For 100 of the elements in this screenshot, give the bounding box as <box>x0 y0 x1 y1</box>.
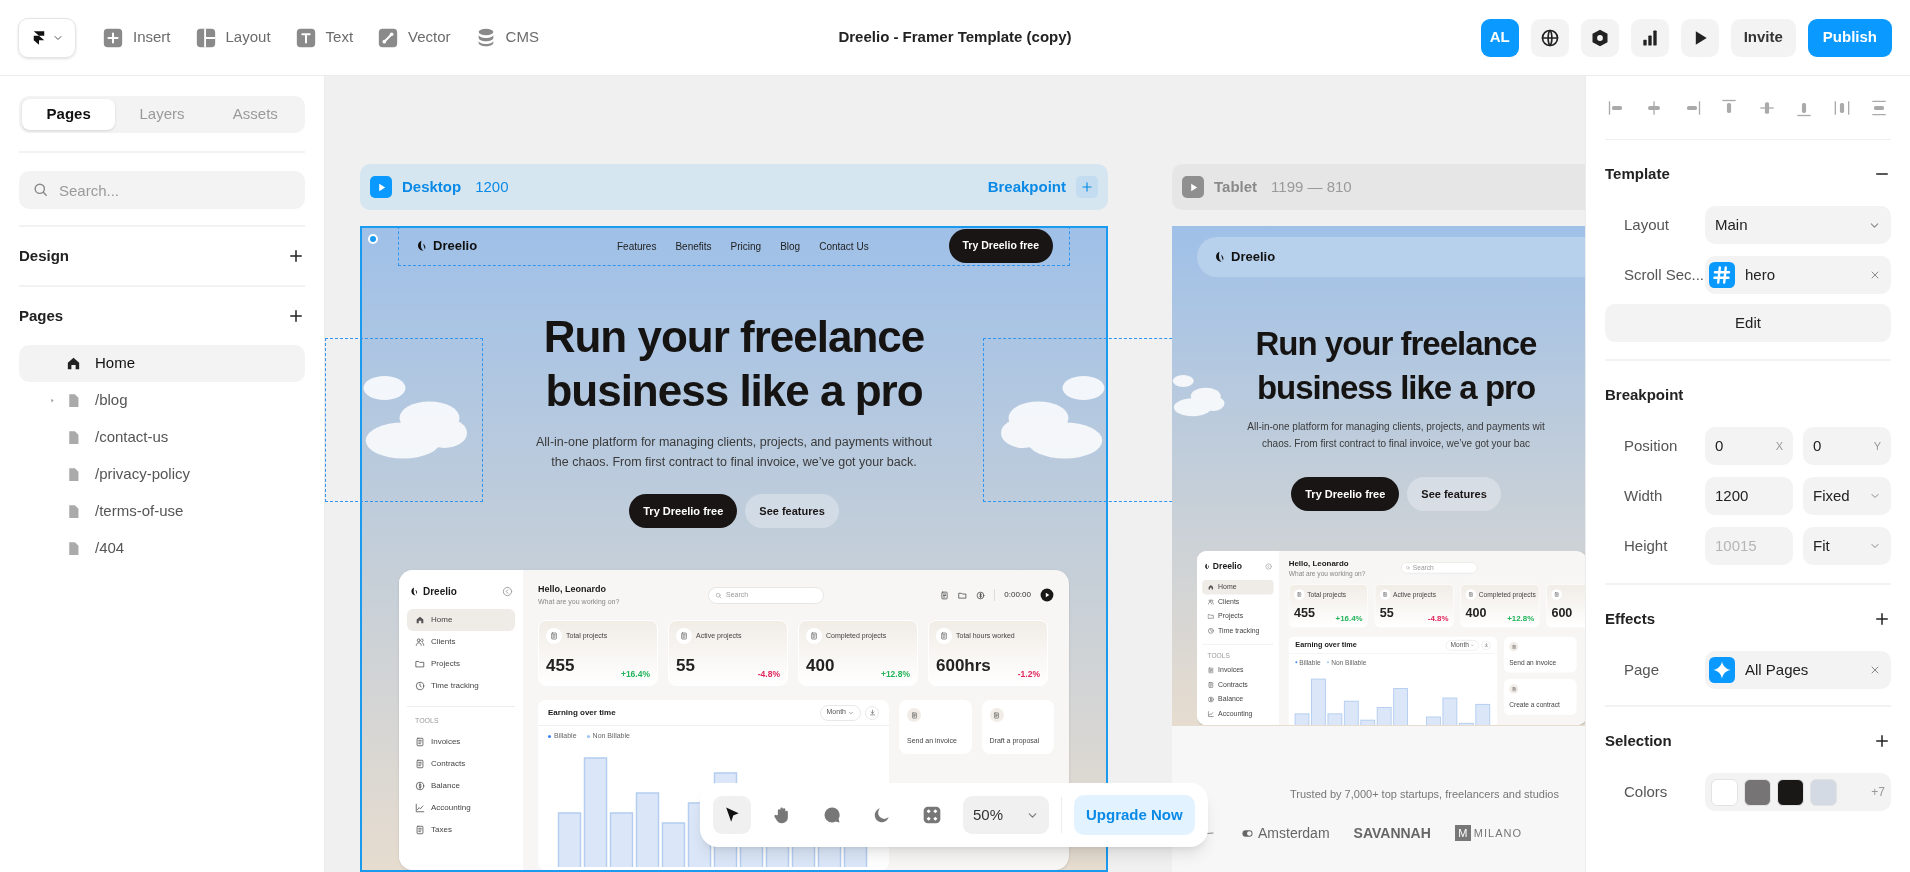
toolbar-button[interactable]: CMS <box>474 26 539 49</box>
frame-name: Tablet <box>1214 176 1258 197</box>
zoom-dropdown[interactable]: 50% <box>963 796 1049 834</box>
more-count: +7 <box>1871 784 1885 801</box>
icon-button[interactable] <box>1580 18 1619 57</box>
plus-icon[interactable] <box>287 247 305 265</box>
dashboard-nav-item[interactable]: Balance <box>407 774 515 797</box>
page-item[interactable]: Home <box>19 345 305 382</box>
plus-icon[interactable] <box>287 307 305 325</box>
toolbar-button[interactable]: Text <box>294 26 354 49</box>
preview-button[interactable] <box>1182 176 1204 198</box>
dashboard-nav-item[interactable]: Time tracking <box>407 675 515 697</box>
text-icon <box>294 26 317 49</box>
cta-button[interactable]: Try Dreelio free <box>948 229 1053 263</box>
coin-icon <box>415 780 425 791</box>
layout-grid-icon <box>194 26 217 49</box>
dashboard-nav-item[interactable]: Invoices <box>407 730 515 753</box>
effect-token-field[interactable]: All Pages <box>1705 651 1891 689</box>
toolbar-button[interactable]: Layout <box>194 26 271 49</box>
x-field[interactable]: 0 X <box>1705 427 1793 465</box>
color-swatch[interactable] <box>1744 778 1771 806</box>
color-swatch[interactable] <box>1711 778 1738 806</box>
document-icon[interactable] <box>940 590 950 600</box>
dashboard-nav-item[interactable]: Clients <box>407 631 515 653</box>
play-icon[interactable] <box>1040 588 1054 602</box>
hash-icon <box>1709 262 1735 288</box>
field-label: Height <box>1623 535 1669 556</box>
stat-value: 600hrs <box>936 654 991 677</box>
add-breakpoint-button[interactable] <box>1076 176 1098 198</box>
icon-button[interactable] <box>1630 18 1669 57</box>
section-title: Template <box>1605 163 1670 184</box>
dashboard-nav-item[interactable]: Accounting <box>407 796 515 819</box>
icon-button[interactable] <box>1530 18 1569 57</box>
section-title: Effects <box>1605 608 1656 629</box>
secondary-button[interactable]: See features <box>745 494 839 528</box>
panel-tab[interactable]: Pages <box>22 99 116 130</box>
frame-name: Desktop <box>402 176 462 197</box>
icon-button[interactable] <box>1680 18 1719 57</box>
nav-link[interactable]: Pricing <box>730 238 762 254</box>
section-title: Selection <box>1605 730 1672 751</box>
section-token-field[interactable]: hero <box>1705 256 1891 294</box>
document-icon <box>550 632 558 640</box>
page-item[interactable]: /blog <box>19 382 305 419</box>
search-icon <box>32 181 49 198</box>
selection-handle[interactable] <box>368 234 378 244</box>
stat-change: -4.8% <box>757 669 780 678</box>
nav-link[interactable]: Blog <box>780 238 801 254</box>
field-label: Layout <box>1623 214 1671 235</box>
width-field[interactable]: 1200 <box>1705 477 1793 515</box>
tool-button[interactable] <box>713 796 751 834</box>
mode-dropdown[interactable]: Fixed <box>1803 477 1891 515</box>
dashboard-nav-item[interactable]: Taxes <box>407 818 515 841</box>
brand-name: Dreelio <box>423 585 457 599</box>
nav-link[interactable]: Contact Us <box>819 238 869 254</box>
frame-width: 1200 <box>475 176 509 197</box>
toolbar-button[interactable]: Insert <box>102 26 171 49</box>
edit-button[interactable]: Edit <box>1605 304 1891 342</box>
plus-icon <box>1080 180 1094 194</box>
invite-button[interactable]: Invite <box>1730 18 1796 57</box>
height-field: 10015 <box>1705 527 1793 565</box>
dashboard-nav-item[interactable]: Home <box>407 609 515 631</box>
dashboard-nav-item[interactable]: Contracts <box>407 752 515 775</box>
page-item[interactable]: /privacy-policy <box>19 456 305 493</box>
cta-button[interactable]: Try Dreelio free <box>1291 477 1400 511</box>
coin-icon[interactable] <box>976 590 986 600</box>
folder-icon[interactable] <box>958 590 968 600</box>
logo-mark: M <box>1454 825 1471 841</box>
chevron-icon <box>848 709 854 716</box>
stat-change: -1.2% <box>1017 669 1040 678</box>
search-field[interactable]: Search... <box>19 171 305 209</box>
field-label: Width <box>1623 485 1664 506</box>
secondary-button[interactable]: See features <box>1407 477 1501 511</box>
breakpoint-label: Breakpoint <box>987 176 1066 197</box>
close-icon[interactable] <box>1869 269 1881 281</box>
globe-icon <box>1539 27 1560 48</box>
page-item[interactable]: /404 <box>19 530 305 567</box>
nav-link[interactable]: Features <box>616 238 657 254</box>
page-item[interactable]: /terms-of-use <box>19 493 305 530</box>
section-title: Breakpoint <box>1605 384 1684 405</box>
field-label: Page <box>1623 659 1661 680</box>
nav-link[interactable]: Benefits <box>675 238 712 254</box>
brand-name: Dreelio <box>1231 248 1276 267</box>
color-swatch[interactable] <box>1777 778 1804 806</box>
close-icon[interactable] <box>1869 664 1881 676</box>
leaf-logo-icon <box>1203 563 1211 571</box>
plus-icon[interactable] <box>1873 610 1891 628</box>
cta-button[interactable]: Try Dreelio free <box>629 494 738 528</box>
download-icon <box>868 709 876 716</box>
toolbar-button[interactable]: Vector <box>377 26 451 49</box>
color-swatch[interactable] <box>1810 778 1837 806</box>
project-menu-button[interactable] <box>18 17 76 58</box>
hero-description: All-in-one platform for managing clients, projects, and payments without the chaos. From first contract to final invoice, we’ve got your back. <box>536 434 932 471</box>
dashboard-nav-item[interactable]: Projects <box>407 653 515 675</box>
preview-button[interactable] <box>370 176 392 198</box>
layout-dropdown[interactable]: Main <box>1705 206 1891 244</box>
stat-value: 400 <box>1465 604 1487 622</box>
page-item[interactable]: /contact-us <box>19 419 305 456</box>
greeting: Hello, Leonardo <box>538 583 607 596</box>
y-field[interactable]: 0 Y <box>1803 427 1891 465</box>
plus-icon[interactable] <box>1873 732 1891 750</box>
